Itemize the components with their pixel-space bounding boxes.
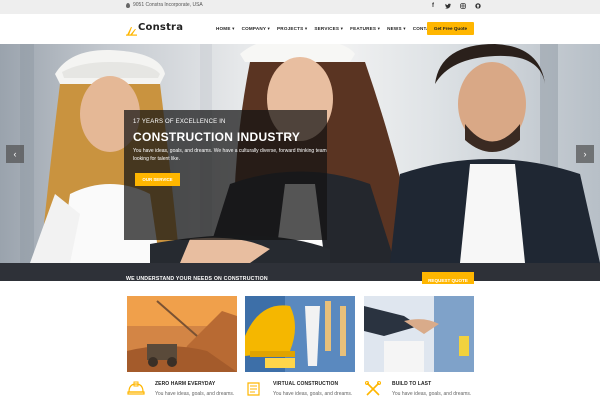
instagram-icon[interactable]	[460, 3, 466, 12]
feature-desc: You have ideas, goals, and dreams.	[273, 391, 353, 397]
feature-card-zero-harm: ZERO HARM EVERYDAY You have ideas, goals…	[127, 296, 237, 397]
main-nav: HOME ▾ COMPANY ▾ PROJECTS ▾ SERVICES ▾ F…	[216, 26, 436, 32]
nav-projects[interactable]: PROJECTS ▾	[277, 26, 307, 32]
our-service-button[interactable]: OUR SERVICE	[135, 173, 180, 186]
feature-image-tools[interactable]	[245, 296, 355, 372]
tools-cross-icon	[364, 380, 382, 398]
logo-mark-icon	[126, 23, 137, 36]
nav-company[interactable]: COMPANY ▾	[242, 26, 270, 32]
blueprint-icon	[245, 380, 263, 398]
chevron-right-icon: ›	[583, 149, 587, 159]
nav-services[interactable]: SERVICES ▾	[314, 26, 343, 32]
feature-image-handshake[interactable]	[364, 296, 474, 372]
location-pin-icon	[126, 2, 130, 8]
hero-title: CONSTRUCTION INDUSTRY	[133, 130, 301, 144]
logo[interactable]: Constra	[126, 22, 184, 36]
hero-caption: 17 YEARS OF EXCELLENCE IN CONSTRUCTION I…	[124, 110, 327, 240]
feature-desc: You have ideas, goals, and dreams.	[155, 391, 235, 397]
logo-text: Constra	[138, 22, 184, 33]
hero-slider: 17 YEARS OF EXCELLENCE IN CONSTRUCTION I…	[0, 44, 600, 263]
hero-description: You have ideas, goals, and dreams. We ha…	[133, 148, 327, 162]
slider-next-button[interactable]: ›	[576, 145, 594, 163]
chevron-left-icon: ‹	[13, 149, 17, 159]
get-free-quote-button[interactable]: Get Free Quote	[427, 22, 474, 35]
feature-title: ZERO HARM EVERYDAY	[155, 381, 216, 387]
feature-desc: You have ideas, goals, and dreams.	[392, 391, 472, 397]
address-text: 9051 Constra Incorporate, USA	[133, 2, 203, 8]
feature-title: VIRTUAL CONSTRUCTION	[273, 381, 339, 387]
nav-features[interactable]: FEATURES ▾	[350, 26, 380, 32]
feature-title: BUILD TO LAST	[392, 381, 432, 387]
main-header: Constra HOME ▾ COMPANY ▾ PROJECTS ▾ SERV…	[0, 14, 600, 44]
github-icon[interactable]	[475, 3, 481, 12]
feature-card-build-to-last: BUILD TO LAST You have ideas, goals, and…	[364, 296, 474, 397]
hero-kicker: 17 YEARS OF EXCELLENCE IN	[133, 119, 226, 125]
top-bar: 9051 Constra Incorporate, USA f	[0, 0, 600, 14]
nav-home[interactable]: HOME ▾	[216, 26, 235, 32]
nav-news[interactable]: NEWS ▾	[387, 26, 406, 32]
slider-prev-button[interactable]: ‹	[6, 145, 24, 163]
hard-hat-icon	[127, 380, 145, 398]
twitter-icon[interactable]	[445, 3, 451, 12]
cta-message: WE UNDERSTAND YOUR NEEDS ON CONSTRUCTION	[126, 276, 268, 282]
request-quote-button[interactable]: REQUEST QUOTE	[422, 272, 474, 284]
facebook-icon[interactable]: f	[430, 3, 436, 12]
feature-image-excavator[interactable]	[127, 296, 237, 372]
call-to-action-bar: WE UNDERSTAND YOUR NEEDS ON CONSTRUCTION…	[0, 263, 600, 284]
social-links: f	[430, 3, 481, 12]
feature-card-virtual-construction: VIRTUAL CONSTRUCTION You have ideas, goa…	[245, 296, 355, 397]
address: 9051 Constra Incorporate, USA	[126, 2, 203, 8]
